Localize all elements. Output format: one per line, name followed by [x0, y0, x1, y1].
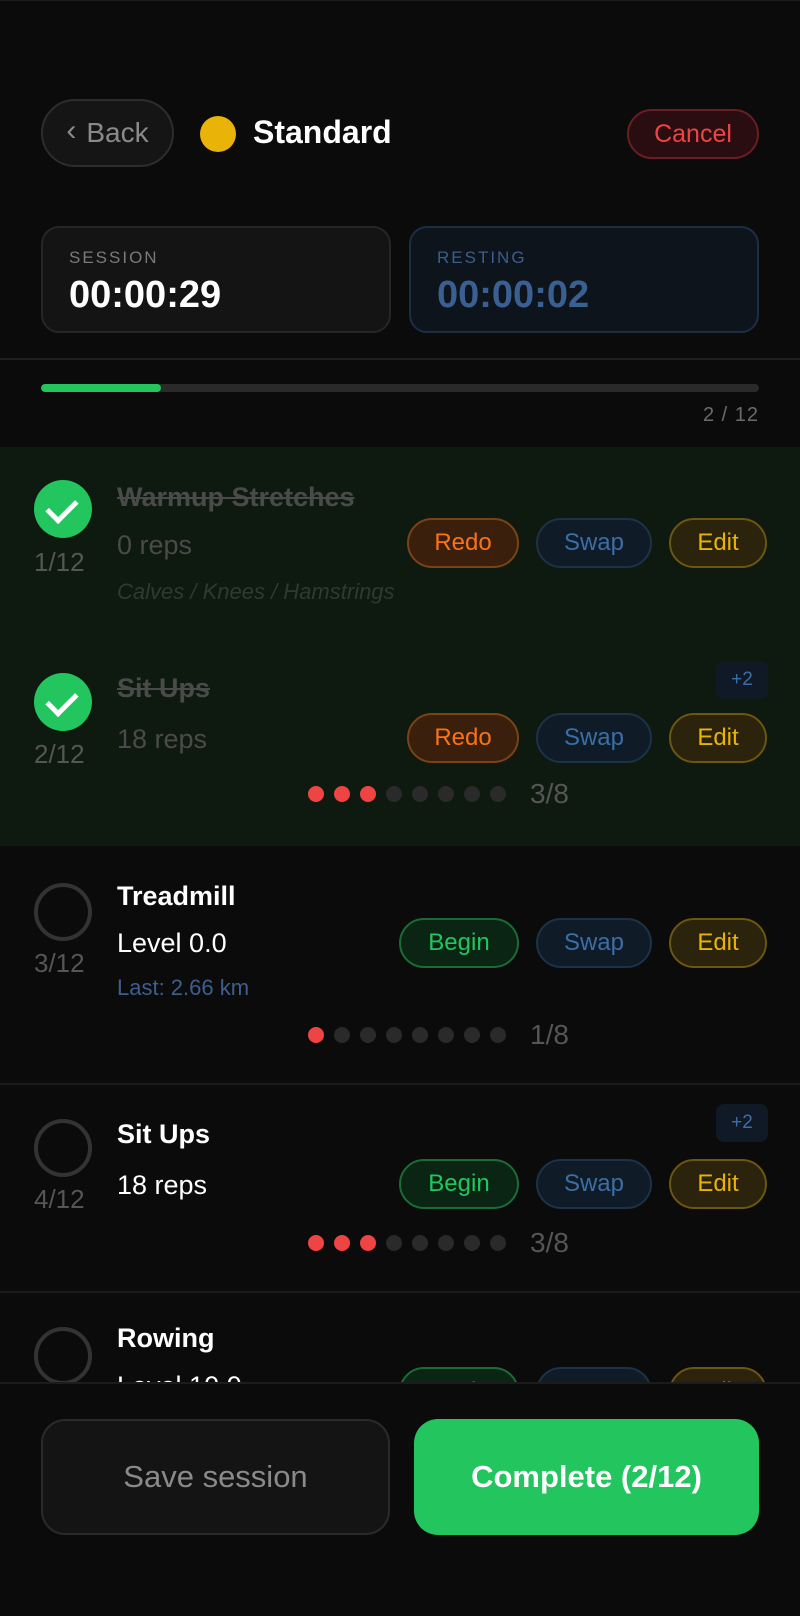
exercise-index: 4/12 — [34, 1184, 85, 1214]
set-dot-empty — [412, 1027, 428, 1043]
exercise-item-sit-ups[interactable]: 4/12 Sit Ups +2 18 reps Begin Swap Edit … — [0, 1085, 800, 1291]
swap-button[interactable]: Swap — [536, 1159, 652, 1209]
footer-bar: Save session Complete (2/12) — [0, 1382, 800, 1616]
incomplete-circle-icon[interactable] — [34, 1119, 92, 1177]
session-progress-bar — [41, 384, 759, 392]
back-label: Back — [86, 117, 149, 148]
set-progress-count: 1/8 — [530, 1019, 569, 1050]
exercise-index: 1/12 — [34, 547, 85, 577]
set-dot-filled — [308, 1027, 324, 1043]
edit-button[interactable]: Edit — [669, 518, 767, 568]
exercise-detail: 18 reps — [117, 724, 208, 754]
begin-button[interactable]: Begin — [399, 1367, 519, 1382]
swap-button[interactable]: Swap — [536, 713, 652, 763]
edit-button[interactable]: Edit — [669, 918, 767, 968]
exercise-index: 2/12 — [34, 739, 85, 769]
last-result: Last: 2.66 km — [117, 975, 250, 1000]
begin-button[interactable]: Begin — [399, 1159, 519, 1209]
top-border — [0, 0, 800, 1]
exercise-name: Sit Ups — [117, 1119, 211, 1149]
plan-title: Standard — [253, 114, 392, 150]
set-dot-empty — [386, 1027, 402, 1043]
set-dot-empty — [334, 1027, 350, 1043]
complete-button[interactable]: Complete (2/12) — [414, 1419, 759, 1535]
cancel-button[interactable]: Cancel — [627, 109, 759, 159]
session-progress-fill — [41, 384, 161, 392]
set-dot-empty — [490, 786, 506, 802]
incomplete-circle-icon[interactable] — [34, 1327, 92, 1382]
set-dot-empty — [386, 1235, 402, 1251]
session-timer-card: SESSION 00:00:29 — [41, 226, 391, 333]
swap-button[interactable]: Swap — [536, 518, 652, 568]
set-dot-empty — [438, 1235, 454, 1251]
workout-session-screen: ‹ Back Standard Cancel SESSION 00:00:29 … — [0, 0, 800, 1616]
set-progress-dots — [308, 1235, 506, 1251]
set-dot-empty — [438, 786, 454, 802]
set-dot-empty — [412, 786, 428, 802]
set-dot-empty — [412, 1235, 428, 1251]
exercise-name: Warmup Stretches — [117, 482, 355, 512]
swap-button[interactable]: Swap — [536, 1367, 652, 1382]
exercise-item-treadmill[interactable]: 3/12 Treadmill Level 0.0 Last: 2.66 km B… — [0, 846, 800, 1079]
edit-button[interactable]: Edit — [669, 1159, 767, 1209]
set-dot-filled — [334, 1235, 350, 1251]
set-dot-filled — [360, 786, 376, 802]
chevron-left-icon: ‹ — [66, 114, 77, 147]
set-dot-empty — [490, 1235, 506, 1251]
plan-color-dot — [200, 116, 236, 152]
completed-check-icon[interactable] — [34, 480, 92, 538]
set-dot-filled — [308, 1235, 324, 1251]
exercise-name: Treadmill — [117, 881, 236, 911]
set-dot-filled — [334, 786, 350, 802]
exercise-detail: Level 10.0 — [117, 1371, 242, 1382]
exercise-detail: 18 reps — [117, 1170, 208, 1200]
resting-timer-card: RESTING 00:00:02 — [409, 226, 759, 333]
set-progress-count: 3/8 — [530, 1227, 569, 1258]
exercise-detail: 0 reps — [117, 530, 193, 560]
set-dot-empty — [490, 1027, 506, 1043]
set-dot-empty — [464, 1235, 480, 1251]
set-dot-empty — [464, 786, 480, 802]
extra-count-badge: +2 — [716, 1104, 768, 1142]
exercise-index: 3/12 — [34, 948, 85, 978]
exercise-name: Sit Ups — [117, 673, 211, 703]
set-dot-empty — [360, 1027, 376, 1043]
redo-button[interactable]: Redo — [407, 518, 519, 568]
session-progress-count: 2 / 12 — [702, 404, 759, 426]
edit-button[interactable]: Edit — [669, 713, 767, 763]
exercise-item-warmup-stretches[interactable]: 1/12 Warmup Stretches 0 reps Calves / Kn… — [0, 447, 800, 637]
resting-timer-value: 00:00:02 — [437, 274, 590, 316]
incomplete-circle-icon[interactable] — [34, 883, 92, 941]
set-dot-empty — [386, 786, 402, 802]
set-dot-filled — [308, 786, 324, 802]
set-dot-empty — [464, 1027, 480, 1043]
extra-count-badge: +2 — [716, 661, 768, 699]
set-dot-empty — [438, 1027, 454, 1043]
exercise-item-rowing[interactable]: Rowing Level 10.0 Begin Swap Edit — [0, 1293, 800, 1382]
save-session-button[interactable]: Save session — [41, 1419, 390, 1535]
set-progress-dots — [308, 786, 506, 802]
set-dot-filled — [360, 1235, 376, 1251]
exercise-item-sit-ups-done[interactable]: 2/12 Sit Ups +2 18 reps Redo Swap Edit 3… — [0, 637, 800, 846]
exercise-list[interactable]: 1/12 Warmup Stretches 0 reps Calves / Kn… — [0, 447, 800, 1382]
set-progress-count: 3/8 — [530, 778, 569, 809]
back-button[interactable]: ‹ Back — [41, 99, 174, 167]
session-timer-label: SESSION — [69, 248, 159, 267]
begin-button[interactable]: Begin — [399, 918, 519, 968]
swap-button[interactable]: Swap — [536, 918, 652, 968]
exercise-name: Rowing — [117, 1323, 215, 1353]
completed-check-icon[interactable] — [34, 673, 92, 731]
muscle-groups: Calves / Knees / Hamstrings — [117, 579, 395, 604]
session-timer-value: 00:00:29 — [69, 274, 222, 316]
redo-button[interactable]: Redo — [407, 713, 519, 763]
set-progress-dots — [308, 1027, 506, 1043]
divider — [0, 358, 800, 360]
resting-timer-label: RESTING — [437, 248, 527, 267]
exercise-detail: Level 0.0 — [117, 928, 227, 958]
edit-button[interactable]: Edit — [669, 1367, 767, 1382]
